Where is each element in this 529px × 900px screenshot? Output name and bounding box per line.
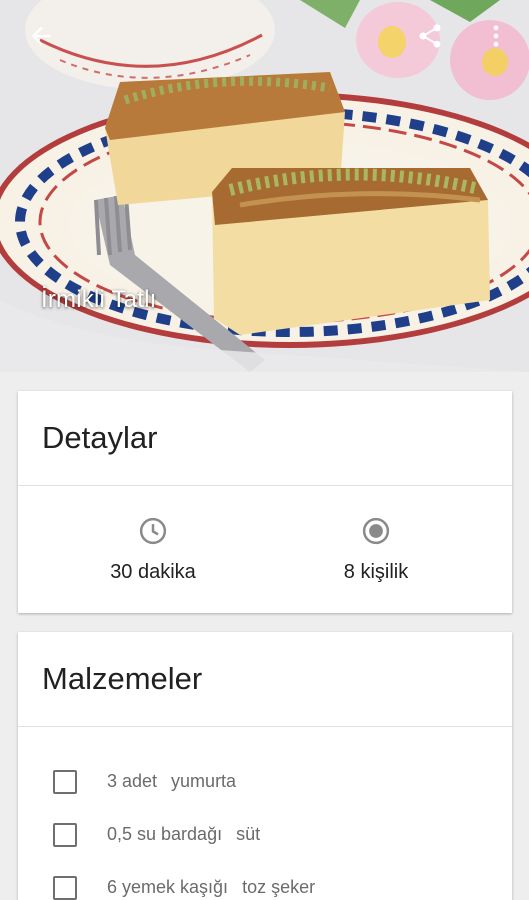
servings-text: 8 kişilik <box>343 561 409 583</box>
ingredient-item[interactable]: 3 adet yumurta <box>18 755 512 808</box>
ingredients-list: 3 adet yumurta 0,5 su bardağı süt 6 yemek … <box>18 727 512 900</box>
prep-time-text: 30 dakika <box>110 561 196 583</box>
ingredient-checkbox[interactable] <box>53 875 77 900</box>
ingredient-amount: 0,5 su bardağı <box>107 824 223 844</box>
hero-image: İrmikli Tatlı <box>0 0 529 372</box>
recipe-title: İrmikli Tatlı <box>41 286 157 313</box>
ingredient-name: yumurta <box>171 771 237 791</box>
ingredient-item[interactable]: 0,5 su bardağı süt <box>18 808 512 861</box>
ingredient-amount: 6 yemek kaşığı <box>107 877 229 897</box>
share-button[interactable] <box>408 14 452 58</box>
more-vert-icon <box>493 25 499 47</box>
ingredient-item[interactable]: 6 yemek kaşığı toz şeker <box>18 861 512 900</box>
ingredient-checkbox[interactable] <box>53 822 77 847</box>
clock-icon <box>139 517 167 545</box>
details-row: 30 dakika 8 kişilik <box>18 486 512 612</box>
ingredient-text: 0,5 su bardağı süt <box>107 824 260 845</box>
ingredient-text: 3 adet yumurta <box>107 771 236 792</box>
share-icon <box>419 24 441 48</box>
ingredient-amount: 3 adet <box>107 771 158 791</box>
ingredients-title: Malzemeler <box>18 632 512 727</box>
radio-target-icon <box>362 517 390 545</box>
back-button[interactable] <box>19 14 63 58</box>
ingredients-card: Malzemeler 3 adet yumurta 0,5 su bardağı s… <box>18 632 512 900</box>
ingredient-text: 6 yemek kaşığı toz şeker <box>107 877 315 898</box>
arrow-back-icon <box>31 26 51 46</box>
more-options-button[interactable] <box>474 14 518 58</box>
details-card: Detaylar 30 dakika 8 kişilik <box>18 391 512 613</box>
ingredient-name: toz şeker <box>242 877 316 897</box>
ingredient-checkbox[interactable] <box>53 769 77 794</box>
ingredient-name: süt <box>236 824 261 844</box>
details-title: Detaylar <box>18 391 512 486</box>
